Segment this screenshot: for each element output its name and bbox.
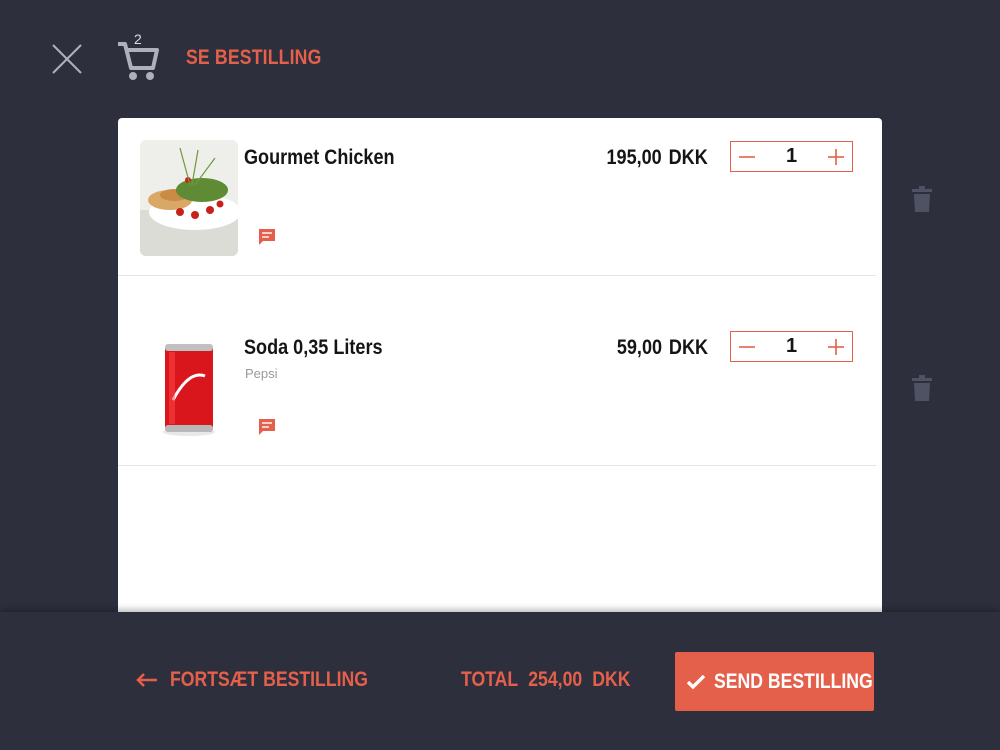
comment-icon: [259, 229, 275, 245]
item-subtitle: Pepsi: [245, 366, 278, 381]
close-icon: [52, 44, 82, 74]
continue-ordering-label: FORTSÆT BESTILLING: [170, 668, 368, 691]
comment-button[interactable]: [258, 418, 276, 436]
page-title: SE BESTILLING: [186, 46, 322, 69]
order-total: TOTAL 254,00 DKK: [461, 668, 641, 692]
quantity-stepper: 1: [730, 141, 853, 172]
decrease-button[interactable]: [738, 148, 756, 166]
trash-icon: [912, 375, 932, 401]
plus-icon: [828, 148, 844, 165]
cart-count-badge: 2: [134, 31, 142, 47]
item-price: 195,00 DKK: [607, 146, 708, 170]
chicken-dish-image: [140, 140, 238, 256]
quantity-value: 1: [785, 145, 798, 167]
order-item: Soda 0,35 Liters Pepsi 59,00 DKK 1: [118, 308, 876, 466]
total-label: TOTAL: [461, 668, 519, 691]
increase-button[interactable]: [827, 148, 845, 166]
comment-icon: [259, 419, 275, 435]
minus-icon: [739, 155, 755, 158]
footer-bar: FORTSÆT BESTILLING TOTAL 254,00 DKK SEND B…: [0, 612, 1000, 750]
decrease-button[interactable]: [738, 338, 756, 356]
send-order-button[interactable]: SEND BESTILLING: [675, 652, 874, 711]
quantity-value: 1: [785, 335, 798, 357]
total-value: 254,00: [528, 668, 583, 691]
item-price: 59,00 DKK: [617, 336, 708, 360]
item-price-value: 59,00: [616, 336, 662, 359]
minus-icon: [739, 345, 755, 348]
quantity-stepper: 1: [730, 331, 853, 362]
item-name: Soda 0,35 Liters: [244, 336, 383, 359]
order-item: Gourmet Chicken 195,00 DKK 1: [118, 118, 876, 276]
checkmark-icon: [686, 674, 705, 689]
close-button[interactable]: [50, 42, 84, 76]
soda-can-image: [140, 330, 238, 446]
plus-icon: [828, 338, 844, 355]
comment-button[interactable]: [258, 228, 276, 246]
delete-item-button[interactable]: [912, 186, 932, 212]
send-order-label: SEND BESTILLING: [713, 669, 873, 693]
item-price-value: 195,00: [606, 146, 662, 169]
total-currency: DKK: [592, 668, 631, 691]
increase-button[interactable]: [827, 338, 845, 356]
trash-icon: [912, 186, 932, 212]
arrow-left-icon: [136, 673, 157, 687]
continue-ordering-button[interactable]: FORTSÆT BESTILLING: [136, 668, 406, 692]
order-panel: Gourmet Chicken 195,00 DKK 1 Soda 0,35 L…: [118, 118, 882, 614]
item-price-currency: DKK: [668, 146, 708, 169]
item-price-currency: DKK: [668, 336, 708, 359]
item-name: Gourmet Chicken: [244, 146, 395, 169]
delete-item-button[interactable]: [912, 375, 932, 401]
